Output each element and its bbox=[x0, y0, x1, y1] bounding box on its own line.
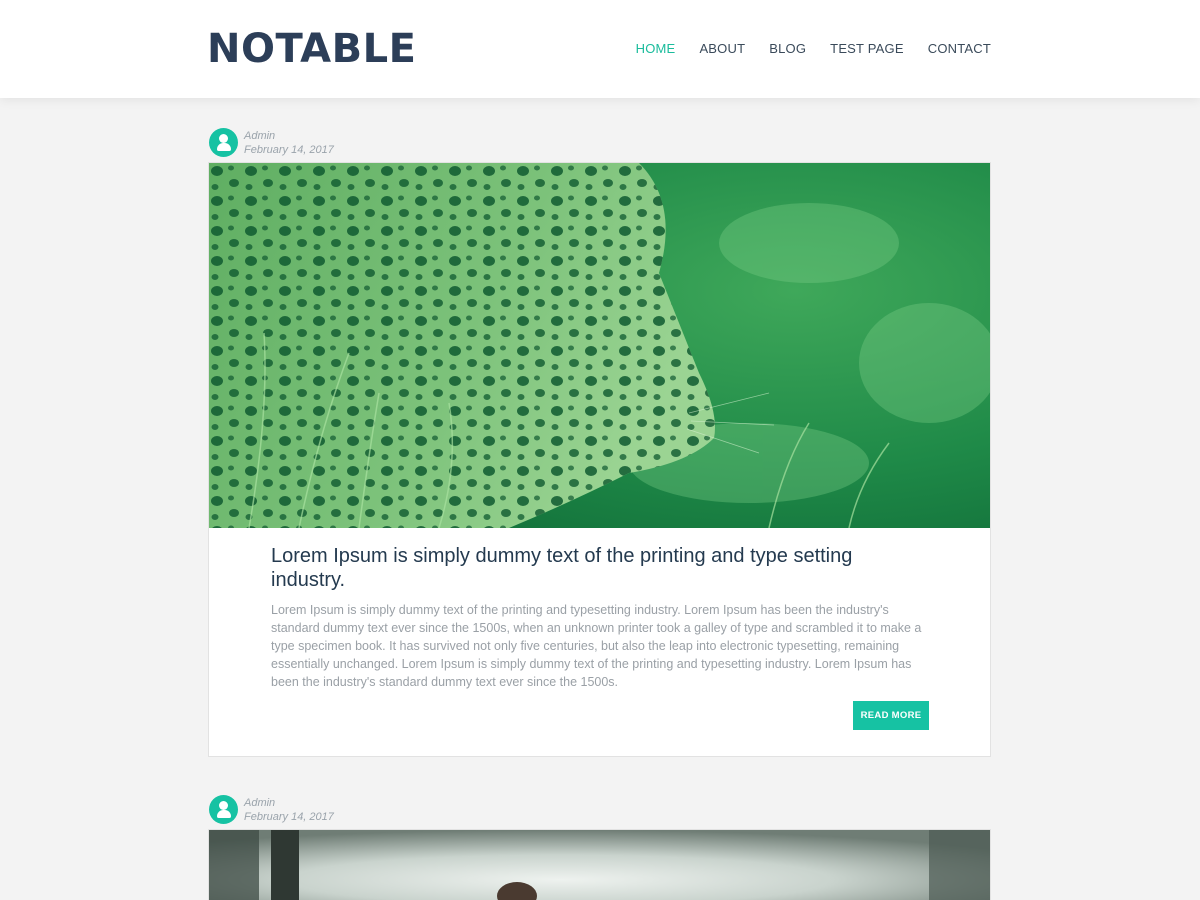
post-featured-image[interactable] bbox=[209, 163, 990, 528]
nav-item-test-page[interactable]: TEST PAGE bbox=[830, 40, 904, 58]
post-date[interactable]: February 14, 2017 bbox=[244, 143, 334, 157]
post-meta: Admin February 14, 2017 bbox=[209, 795, 409, 825]
post-featured-image[interactable] bbox=[209, 830, 990, 900]
nav-item-blog[interactable]: BLOG bbox=[769, 40, 806, 58]
post-author[interactable]: Admin bbox=[244, 796, 275, 810]
leopard-photo-icon bbox=[209, 163, 990, 528]
nav-item-about[interactable]: ABOUT bbox=[699, 40, 745, 58]
post-date[interactable]: February 14, 2017 bbox=[244, 810, 334, 824]
user-avatar-icon bbox=[209, 795, 238, 824]
main-nav: HOME ABOUT BLOG TEST PAGE CONTACT bbox=[612, 40, 991, 58]
post-excerpt: Lorem Ipsum is simply dummy text of the … bbox=[271, 603, 922, 689]
post-title[interactable]: Lorem Ipsum is simply dummy text of the … bbox=[271, 544, 911, 592]
post-card: Lorem Ipsum is simply dummy text of the … bbox=[208, 162, 991, 757]
post-author[interactable]: Admin bbox=[244, 129, 275, 143]
site-header: NOTABLE HOME ABOUT BLOG TEST PAGE CONTAC… bbox=[0, 0, 1200, 98]
nav-item-home[interactable]: HOME bbox=[636, 40, 676, 58]
post-card bbox=[208, 829, 991, 900]
misty-forest-photo-icon bbox=[209, 830, 990, 900]
nav-item-contact[interactable]: CONTACT bbox=[928, 40, 991, 58]
site-logo[interactable]: NOTABLE bbox=[207, 27, 416, 71]
post-meta: Admin February 14, 2017 bbox=[209, 128, 409, 158]
user-avatar-icon bbox=[209, 128, 238, 157]
read-more-button[interactable]: READ MORE bbox=[853, 701, 929, 730]
